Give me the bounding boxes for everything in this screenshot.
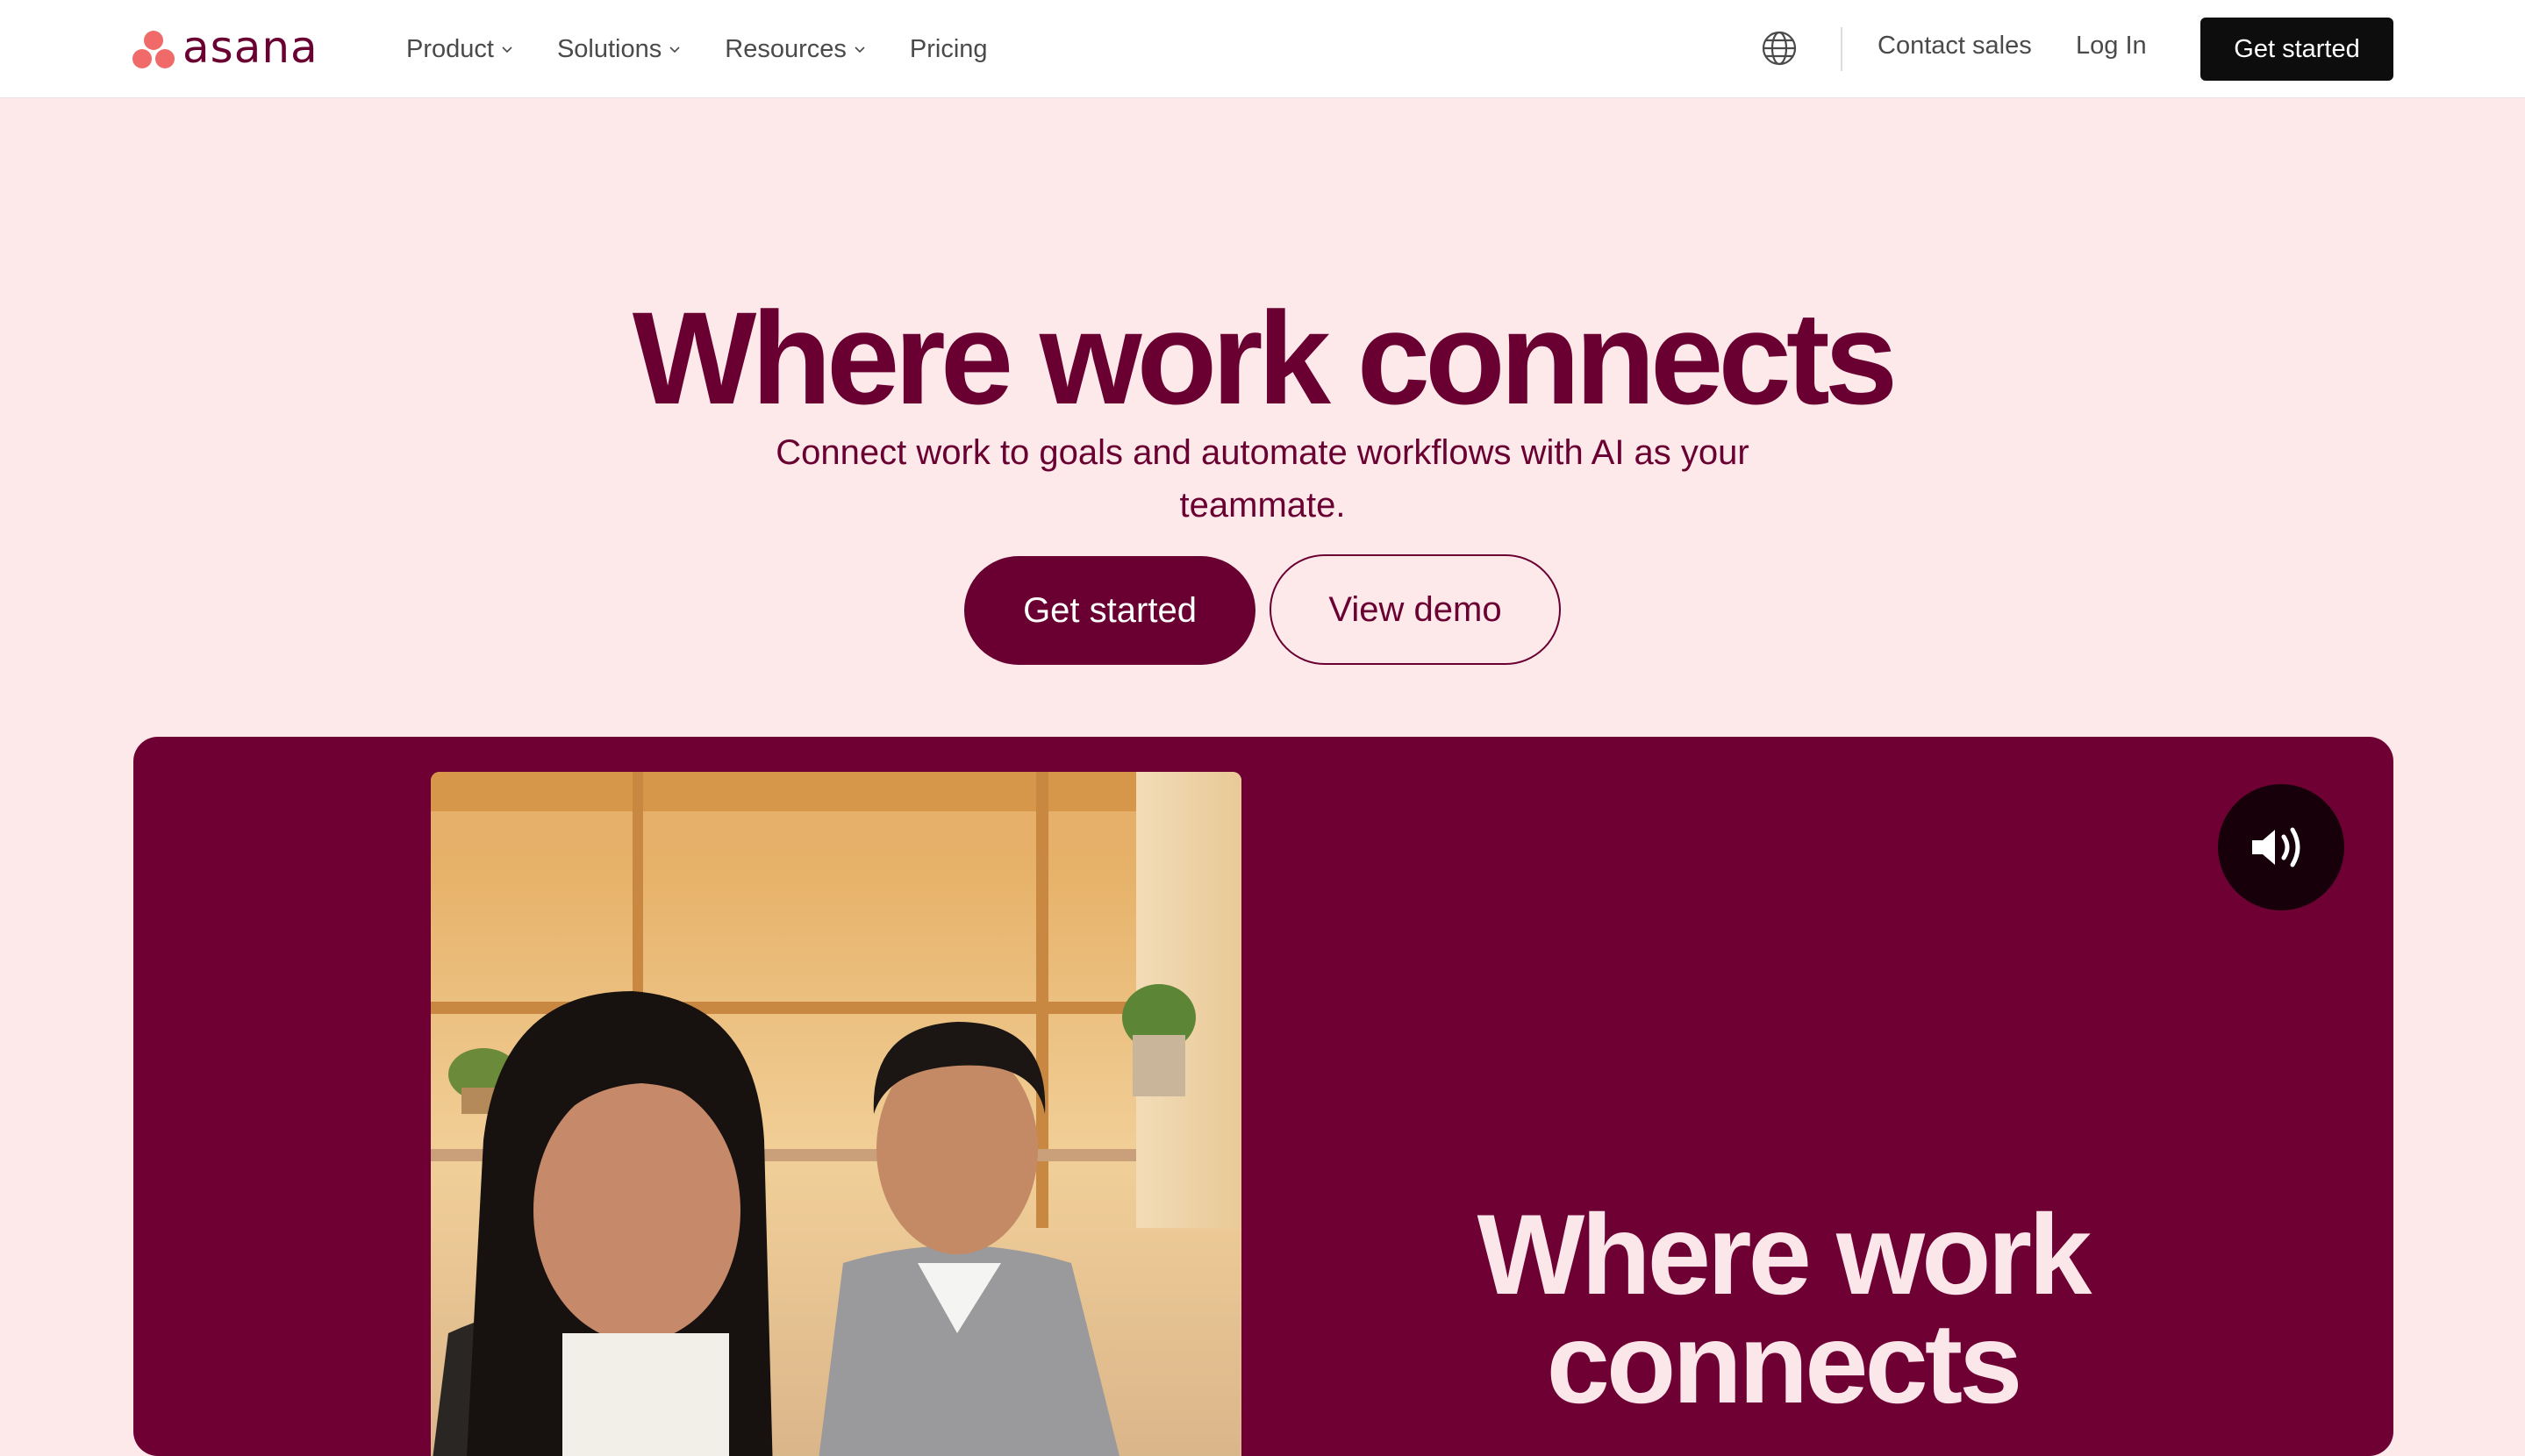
asana-logo-icon <box>132 28 177 70</box>
hero-subtitle: Connect work to goals and automate workf… <box>776 433 1749 525</box>
nav-item-pricing[interactable]: Pricing <box>910 26 988 72</box>
nav-get-started-button[interactable]: Get started <box>2200 18 2393 81</box>
globe-icon[interactable] <box>1761 30 1798 67</box>
video-caption: Where work connects <box>1477 1189 2092 1427</box>
nav-divider <box>1841 27 1842 71</box>
brand-name: asana <box>182 22 318 73</box>
top-navigation: asana Product Solutions Resources Pricin… <box>0 0 2525 98</box>
video-frame-people <box>431 772 1241 1456</box>
hero-video[interactable]: Where work connects <box>133 737 2393 1456</box>
nav-item-label: Pricing <box>909 34 988 63</box>
contact-sales-link[interactable]: Contact sales <box>1878 32 2032 61</box>
video-still-image <box>431 772 1241 1456</box>
hero-title: Where work connects <box>632 283 1898 432</box>
nav-item-label: Product <box>406 34 494 63</box>
chevron-down-icon <box>855 46 865 54</box>
chevron-down-icon <box>669 46 680 54</box>
get-started-button[interactable]: Get started <box>964 556 1255 665</box>
nav-item-label: Resources <box>725 34 847 63</box>
nav-item-label: Solutions <box>556 34 662 63</box>
login-link[interactable]: Log In <box>2076 32 2147 61</box>
chevron-down-icon <box>502 46 512 54</box>
main-menu: Product Solutions Resources Pricing <box>406 26 1032 72</box>
nav-item-resources[interactable]: Resources <box>725 26 866 72</box>
nav-item-solutions[interactable]: Solutions <box>557 26 681 72</box>
speaker-on-icon <box>2252 827 2300 867</box>
view-demo-button[interactable]: View demo <box>1270 554 1561 665</box>
sound-toggle-button[interactable] <box>2218 784 2344 910</box>
nav-item-product[interactable]: Product <box>406 26 513 72</box>
asana-logo[interactable]: asana <box>132 22 318 74</box>
